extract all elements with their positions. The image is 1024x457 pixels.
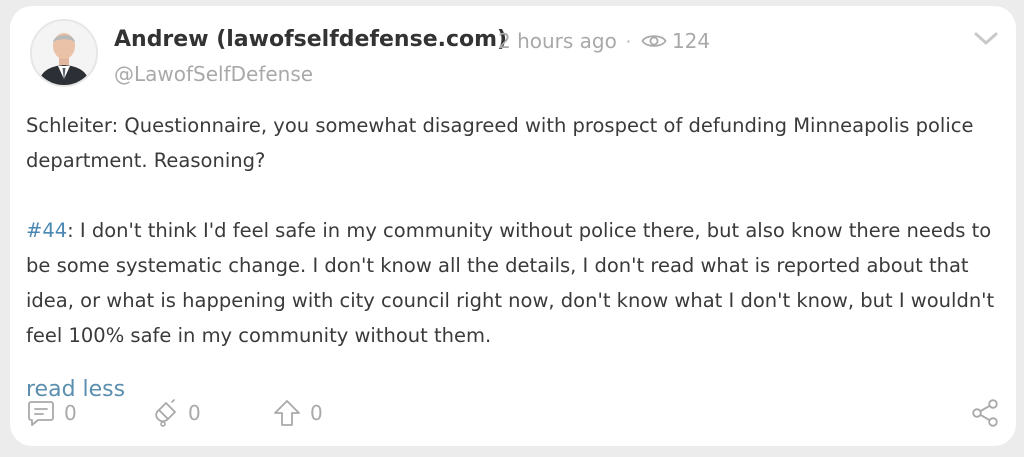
post-card: Andrew (lawofselfdefense.com) 2 hours ag… — [10, 6, 1016, 446]
author-name[interactable]: Andrew (lawofselfdefense.com) — [114, 27, 507, 52]
meta-separator: · — [625, 31, 631, 51]
tips-count: 0 — [188, 401, 201, 425]
tip-icon — [155, 399, 176, 427]
eye-icon — [641, 35, 667, 47]
comments-count: 0 — [64, 401, 77, 425]
post-paragraph: #44: I don't think I'd feel safe in my c… — [26, 213, 1001, 353]
timestamp: 2 hours ago — [498, 29, 617, 53]
post-paragraph-text: : I don't think I'd feel safe in my comm… — [26, 219, 995, 347]
upvote-button[interactable]: 0 — [272, 398, 323, 428]
post-paragraph: Schleiter: Questionnaire, you somewhat d… — [26, 114, 974, 172]
upvotes-count: 0 — [310, 401, 323, 425]
view-count: 124 — [671, 29, 711, 53]
post-meta: 2 hours ago · 124 — [498, 29, 710, 53]
avatar[interactable] — [30, 19, 98, 87]
comment-icon — [28, 401, 54, 426]
avatar-portrait — [32, 21, 96, 85]
comments-button[interactable]: 0 — [26, 398, 77, 428]
author-handle[interactable]: @LawofSelfDefense — [114, 62, 313, 86]
upvote-arrow-icon — [274, 400, 300, 426]
post-body: Schleiter: Questionnaire, you somewhat d… — [26, 108, 1001, 353]
share-icon[interactable] — [970, 398, 1000, 428]
hashtag-link[interactable]: #44 — [26, 219, 67, 242]
tip-button[interactable]: 0 — [150, 398, 201, 428]
chevron-down-icon[interactable] — [972, 28, 1000, 48]
